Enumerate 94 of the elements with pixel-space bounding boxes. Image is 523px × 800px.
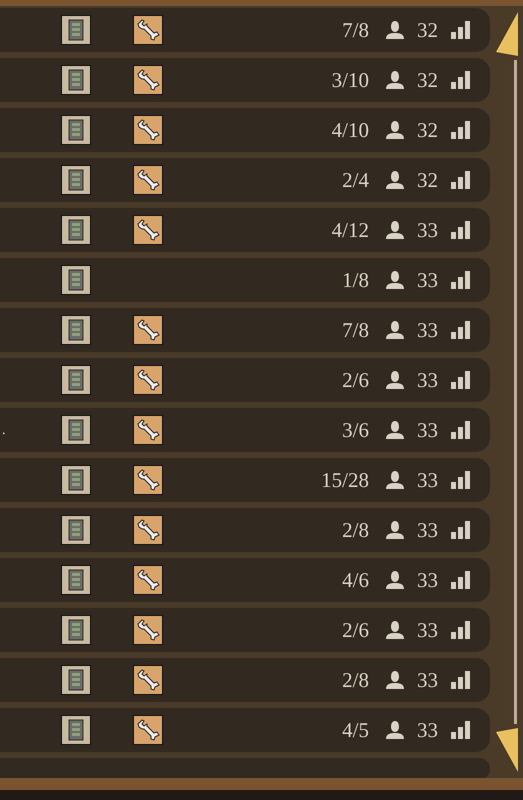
player-count: 2/8 xyxy=(342,520,369,540)
player-count: 2/6 xyxy=(342,620,369,640)
signal-icon xyxy=(450,570,472,590)
signal-icon xyxy=(450,220,472,240)
signal-icon xyxy=(450,70,472,90)
scroll-up-button[interactable] xyxy=(496,12,518,56)
server-icon xyxy=(61,615,91,645)
server-icon xyxy=(61,665,91,695)
signal-icon xyxy=(450,720,472,740)
scroll-track[interactable] xyxy=(514,60,517,724)
ping-value: 32 xyxy=(417,70,438,90)
server-row[interactable]: . 3/6 33 xyxy=(0,408,490,452)
server-icon xyxy=(61,565,91,595)
signal-icon xyxy=(450,670,472,690)
player-count: 2/8 xyxy=(342,670,369,690)
person-icon xyxy=(385,220,405,240)
signal-icon xyxy=(450,20,472,40)
server-icon xyxy=(61,65,91,95)
person-icon xyxy=(385,620,405,640)
server-row[interactable]: 4/6 33 xyxy=(0,558,490,602)
ping-value: 32 xyxy=(417,20,438,40)
server-icon xyxy=(61,165,91,195)
server-icon xyxy=(61,515,91,545)
player-count: 3/10 xyxy=(332,70,369,90)
ping-value: 32 xyxy=(417,170,438,190)
signal-icon xyxy=(450,620,472,640)
person-icon xyxy=(385,720,405,740)
server-row[interactable]: 3/10 32 xyxy=(0,58,490,102)
server-icon xyxy=(61,215,91,245)
player-count: 4/10 xyxy=(332,120,369,140)
server-row[interactable]: 4/10 32 xyxy=(0,108,490,152)
ping-value: 33 xyxy=(417,720,438,740)
player-count: 2/4 xyxy=(342,170,369,190)
ping-value: 33 xyxy=(417,470,438,490)
player-count: 4/6 xyxy=(342,570,369,590)
server-icon xyxy=(61,365,91,395)
person-icon xyxy=(385,470,405,490)
person-icon xyxy=(385,370,405,390)
person-icon xyxy=(385,570,405,590)
person-icon xyxy=(385,420,405,440)
person-icon xyxy=(385,170,405,190)
ping-value: 33 xyxy=(417,370,438,390)
ping-value: 33 xyxy=(417,520,438,540)
server-row[interactable]: 4/5 33 xyxy=(0,708,490,752)
player-count: 4/12 xyxy=(332,220,369,240)
server-icon xyxy=(61,315,91,345)
player-count: 7/8 xyxy=(342,20,369,40)
ping-value: 33 xyxy=(417,220,438,240)
ping-value: 33 xyxy=(417,270,438,290)
server-row[interactable]: 7/8 32 xyxy=(0,8,490,52)
server-icon xyxy=(61,15,91,45)
person-icon xyxy=(385,520,405,540)
signal-icon xyxy=(450,320,472,340)
ping-value: 33 xyxy=(417,320,438,340)
person-icon xyxy=(385,70,405,90)
ping-value: 33 xyxy=(417,670,438,690)
server-row[interactable]: 2/6 33 xyxy=(0,358,490,402)
server-icon xyxy=(61,465,91,495)
server-icon xyxy=(61,115,91,145)
person-icon xyxy=(385,20,405,40)
signal-icon xyxy=(450,420,472,440)
server-row[interactable]: 15/28 33 xyxy=(0,458,490,502)
server-icon xyxy=(61,715,91,745)
server-row[interactable]: 2/6 33 xyxy=(0,608,490,652)
server-icon xyxy=(61,415,91,445)
ping-value: 33 xyxy=(417,620,438,640)
person-icon xyxy=(385,320,405,340)
player-count: 15/28 xyxy=(321,470,369,490)
signal-icon xyxy=(450,170,472,190)
person-icon xyxy=(385,270,405,290)
server-row[interactable]: 2/8 33 xyxy=(0,658,490,702)
ping-value: 33 xyxy=(417,570,438,590)
server-name: . xyxy=(1,422,6,440)
scroll-down-button[interactable] xyxy=(496,728,518,772)
player-count: 2/6 xyxy=(342,370,369,390)
signal-icon xyxy=(450,470,472,490)
server-row[interactable]: 4/12 33 xyxy=(0,208,490,252)
player-count: 1/8 xyxy=(342,270,369,290)
server-row[interactable]: 1/8 33 xyxy=(0,258,490,302)
signal-icon xyxy=(450,120,472,140)
person-icon xyxy=(385,120,405,140)
person-icon xyxy=(385,670,405,690)
ping-value: 32 xyxy=(417,120,438,140)
player-count: 7/8 xyxy=(342,320,369,340)
server-icon xyxy=(61,265,91,295)
player-count: 3/6 xyxy=(342,420,369,440)
player-count: 4/5 xyxy=(342,720,369,740)
signal-icon xyxy=(450,370,472,390)
signal-icon xyxy=(450,270,472,290)
server-row[interactable]: 7/8 33 xyxy=(0,308,490,352)
signal-icon xyxy=(450,520,472,540)
ping-value: 33 xyxy=(417,420,438,440)
server-row[interactable]: 2/8 33 xyxy=(0,508,490,552)
server-row[interactable]: 2/4 32 xyxy=(0,158,490,202)
